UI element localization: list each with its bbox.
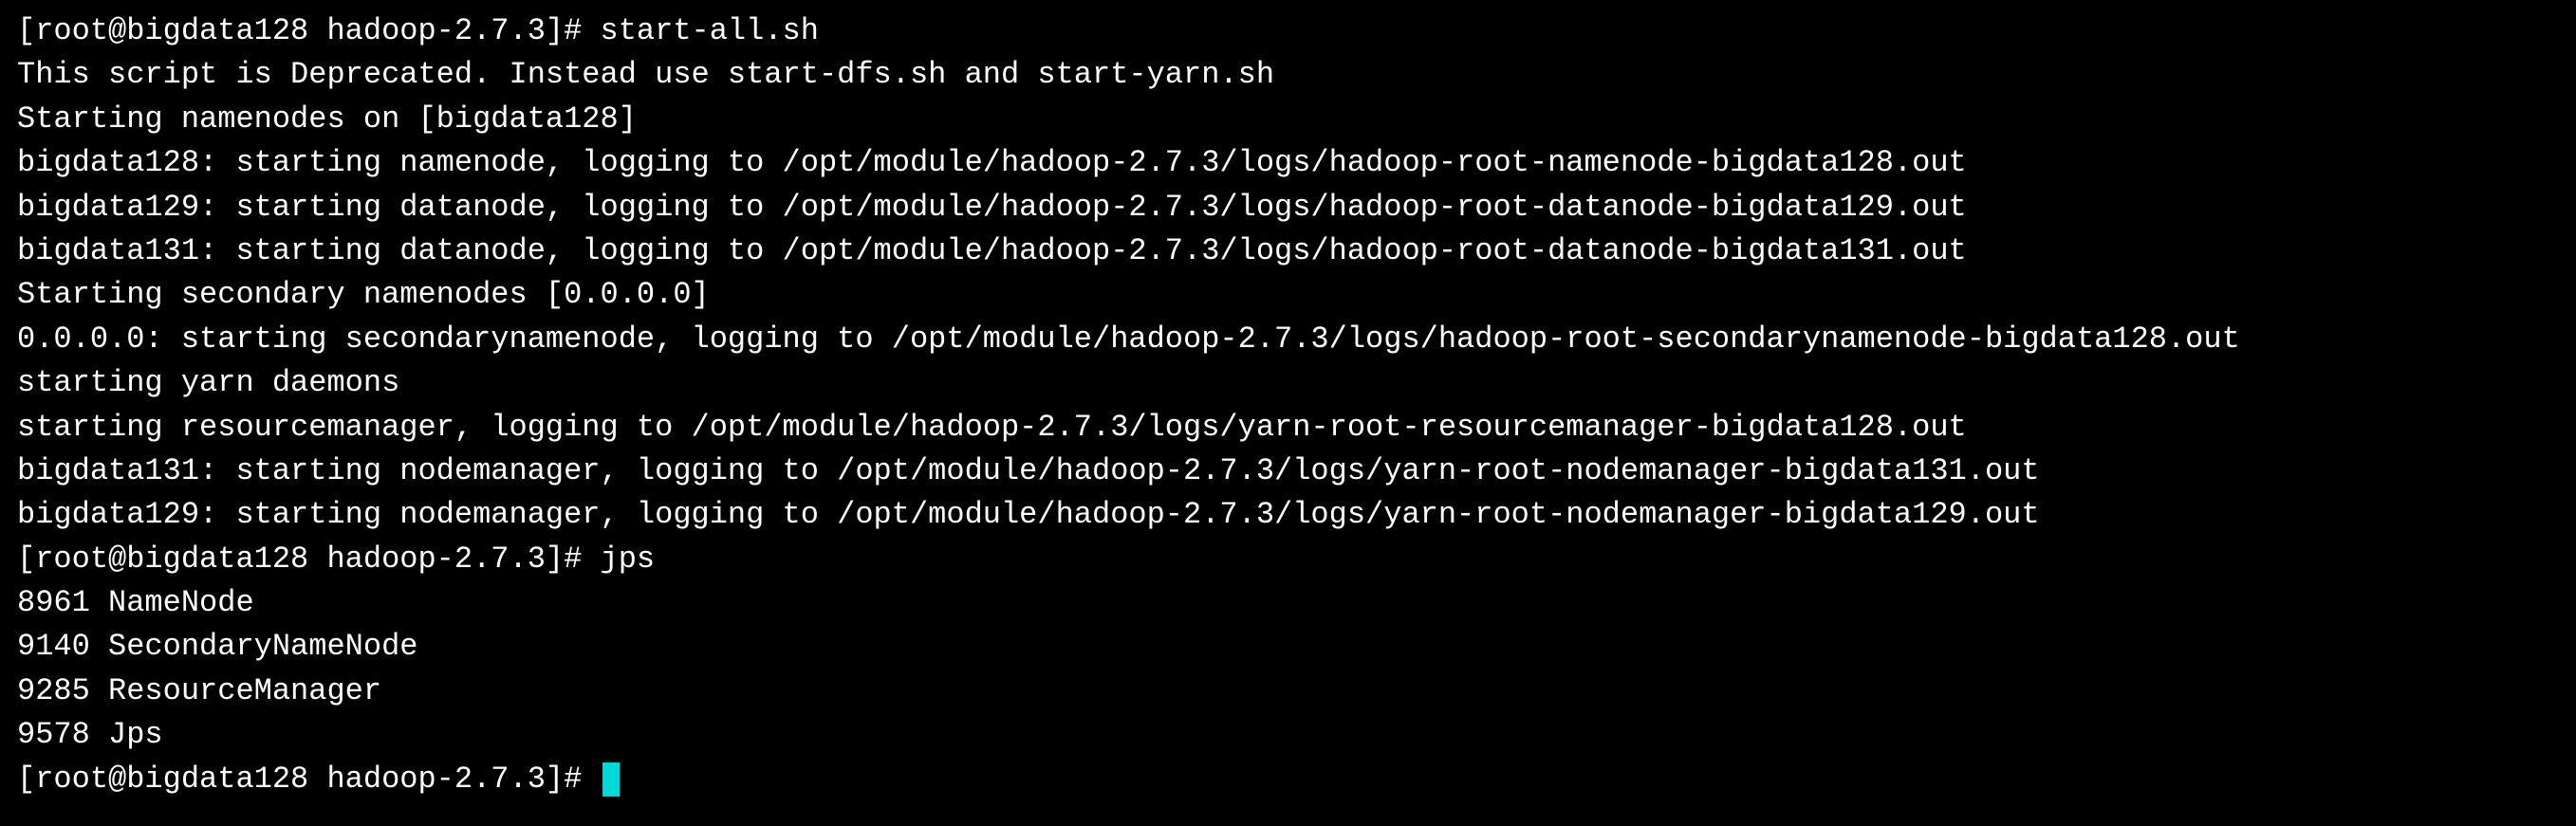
terminal-line: bigdata129: starting nodemanager, loggin… xyxy=(17,493,2559,537)
terminal-line: bigdata128: starting namenode, logging t… xyxy=(17,141,2559,185)
terminal-cursor xyxy=(602,762,620,796)
terminal-line: starting resourcemanager, logging to /op… xyxy=(17,406,2559,450)
terminal-line: 9285 ResourceManager xyxy=(17,670,2559,713)
terminal-line: bigdata131: starting datanode, logging t… xyxy=(17,229,2559,273)
terminal-line: [root@bigdata128 hadoop-2.7.3]# xyxy=(17,758,2559,801)
terminal-line: starting yarn daemons xyxy=(17,361,2559,405)
terminal-line: 9140 SecondaryNameNode xyxy=(17,625,2559,669)
terminal-window[interactable]: [root@bigdata128 hadoop-2.7.3]# start-al… xyxy=(17,9,2559,801)
terminal-line: 9578 Jps xyxy=(17,713,2559,757)
terminal-line: [root@bigdata128 hadoop-2.7.3]# jps xyxy=(17,538,2559,581)
terminal-line: 8961 NameNode xyxy=(17,581,2559,625)
terminal-line: [root@bigdata128 hadoop-2.7.3]# start-al… xyxy=(17,9,2559,53)
terminal-line: This script is Deprecated. Instead use s… xyxy=(17,53,2559,97)
terminal-line: Starting secondary namenodes [0.0.0.0] xyxy=(17,273,2559,317)
terminal-line: bigdata131: starting nodemanager, loggin… xyxy=(17,450,2559,493)
terminal-line: 0.0.0.0: starting secondarynamenode, log… xyxy=(17,318,2559,361)
terminal-line: Starting namenodes on [bigdata128] xyxy=(17,98,2559,141)
terminal-line: bigdata129: starting datanode, logging t… xyxy=(17,186,2559,229)
